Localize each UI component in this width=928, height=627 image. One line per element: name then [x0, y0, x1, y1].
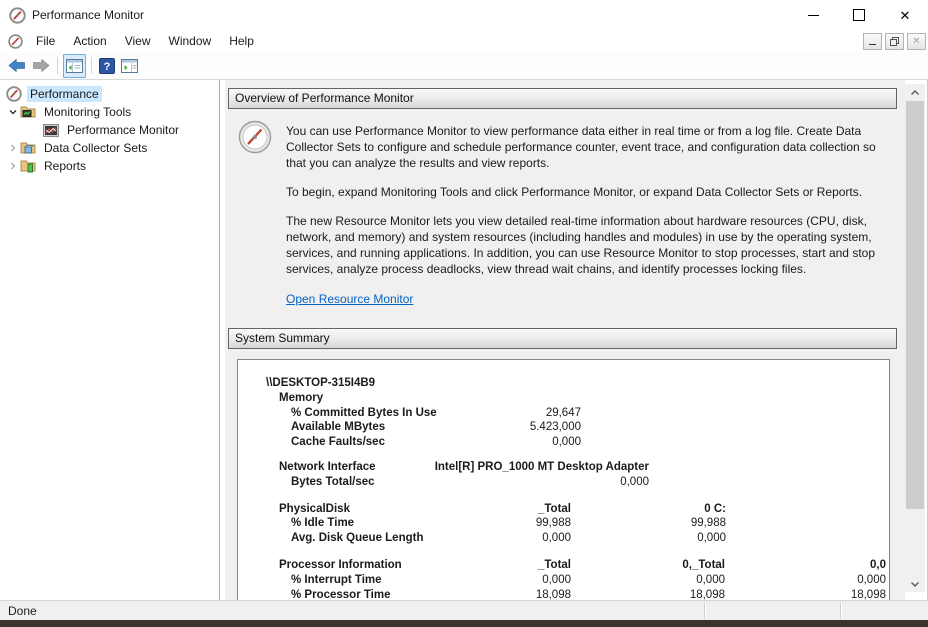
chevron-down-icon[interactable] — [5, 106, 20, 118]
mdi-close-button[interactable]: ✕ — [907, 33, 926, 50]
table-row: Cache Faults/sec 0,000 — [238, 435, 889, 450]
mdi-minimize-button[interactable] — [863, 33, 882, 50]
table-row: Memory — [238, 391, 889, 406]
menu-view[interactable]: View — [116, 31, 160, 51]
table-row: Available MBytes 5.423,000 — [238, 420, 889, 435]
statusbar-divider — [840, 602, 842, 618]
mdi-window-buttons: ✕ — [863, 33, 926, 50]
folder-monitor-icon — [20, 105, 37, 120]
chevron-down-icon — [910, 579, 920, 589]
table-row: \\DESKTOP-315I4B9 — [238, 376, 889, 391]
menu-file[interactable]: File — [27, 31, 64, 51]
tree-item-reports[interactable]: Reports — [0, 157, 219, 175]
title-bar: Performance Monitor ✕ — [0, 0, 928, 30]
perfmon-gauge-icon — [9, 7, 26, 24]
chevron-right-icon[interactable] — [5, 142, 20, 154]
tree-item-label: Performance — [27, 86, 102, 102]
close-button[interactable]: ✕ — [882, 0, 928, 30]
overview-text: You can use Performance Monitor to view … — [286, 123, 880, 308]
system-summary-table: \\DESKTOP-315I4B9 Memory % Committed Byt… — [237, 359, 890, 604]
back-icon — [8, 58, 26, 73]
mdi-restore-button[interactable] — [885, 33, 904, 50]
scrollbar-thumb[interactable] — [906, 101, 924, 509]
forward-icon — [32, 58, 50, 73]
perfmon-gauge-large-icon — [238, 120, 272, 154]
overview-paragraph: The new Resource Monitor lets you view d… — [286, 213, 880, 277]
tree-item-performance-monitor[interactable]: Performance Monitor — [0, 121, 219, 139]
mdi-close-icon: ✕ — [912, 37, 920, 47]
maximize-icon — [853, 9, 865, 21]
tree-item-label: Reports — [41, 158, 89, 174]
toolbar: ? — [0, 52, 928, 80]
table-row: Bytes Total/sec 0,000 — [238, 475, 889, 490]
statusbar-divider — [704, 602, 706, 618]
overview-section-header: Overview of Performance Monitor — [228, 88, 897, 109]
system-summary-section-header: System Summary — [228, 328, 897, 349]
table-row: Network Interface Intel[R] PRO_1000 MT D… — [238, 460, 889, 475]
folder-cube-icon — [20, 141, 37, 156]
toolbar-separator — [91, 57, 92, 74]
mdi-minimize-icon — [869, 44, 876, 45]
toolbar-separator — [57, 57, 58, 74]
tree-item-label: Data Collector Sets — [41, 140, 150, 156]
scroll-down-button[interactable] — [905, 575, 925, 592]
minimize-icon — [808, 15, 819, 16]
tree-item-performance[interactable]: Performance — [0, 85, 219, 103]
window-title: Performance Monitor — [32, 8, 144, 22]
tree-item-data-collector-sets[interactable]: Data Collector Sets — [0, 139, 219, 157]
show-hide-console-tree-icon — [66, 59, 83, 73]
help-icon: ? — [99, 58, 115, 74]
menu-window[interactable]: Window — [160, 31, 221, 51]
chevron-right-icon[interactable] — [5, 160, 20, 172]
table-row: % Committed Bytes In Use 29,647 — [238, 406, 889, 421]
maximize-button[interactable] — [836, 0, 882, 30]
overview-paragraph: You can use Performance Monitor to view … — [286, 123, 880, 171]
table-row: PhysicalDisk _Total 0 C: — [238, 502, 889, 517]
perfmon-gauge-icon — [8, 34, 23, 49]
console-tree-panel: Performance Monitoring Tools — [0, 80, 220, 600]
menu-bar: File Action View Window Help — [0, 30, 928, 52]
table-row: Avg. Disk Queue Length 0,000 0,000 — [238, 531, 889, 546]
chart-icon — [43, 123, 60, 138]
show-hide-action-pane-icon — [121, 59, 138, 73]
scroll-up-button[interactable] — [905, 84, 925, 101]
tree-item-monitoring-tools[interactable]: Monitoring Tools — [0, 103, 219, 121]
menu-action[interactable]: Action — [64, 31, 115, 51]
help-button[interactable]: ? — [97, 55, 117, 77]
status-bar: Done — [0, 600, 928, 620]
tree-item-label: Monitoring Tools — [41, 104, 134, 120]
tree-item-label: Performance Monitor — [64, 122, 182, 138]
menu-help[interactable]: Help — [220, 31, 263, 51]
show-hide-action-pane-button[interactable] — [119, 55, 140, 77]
folder-report-icon — [20, 159, 37, 174]
show-hide-console-tree-button[interactable] — [63, 54, 86, 78]
table-row: % Idle Time 99,988 99,988 — [238, 516, 889, 531]
overview-paragraph: To begin, expand Monitoring Tools and cl… — [286, 184, 880, 200]
forward-button[interactable] — [30, 55, 52, 77]
chevron-up-icon — [910, 88, 920, 98]
table-row: Processor Information _Total 0,_Total 0,… — [238, 558, 889, 573]
svg-text:?: ? — [104, 61, 111, 73]
status-text: Done — [8, 604, 37, 618]
performance-monitor-window: Performance Monitor ✕ File Action View W… — [0, 0, 928, 627]
vertical-scrollbar[interactable] — [905, 84, 925, 592]
table-row: % Interrupt Time 0,000 0,000 0,000 — [238, 573, 889, 588]
perfmon-gauge-icon — [6, 87, 23, 102]
close-icon: ✕ — [900, 9, 911, 22]
back-button[interactable] — [6, 55, 28, 77]
open-resource-monitor-link[interactable]: Open Resource Monitor — [286, 292, 413, 306]
mdi-restore-icon — [890, 37, 899, 46]
minimize-button[interactable] — [790, 0, 836, 30]
desktop-edge-strip — [0, 620, 928, 627]
